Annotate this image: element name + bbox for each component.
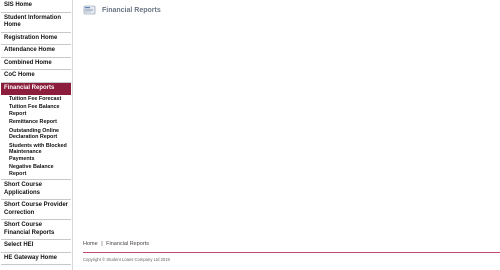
breadcrumb-home-link[interactable]: Home [83, 241, 98, 247]
financial-reports-submenu: Tuition Fee Forecast Tuition Fee Balance… [1, 95, 71, 181]
sidebar-subitem-tuition-fee-forecast[interactable]: Tuition Fee Forecast [1, 95, 71, 103]
page-header: Financial Reports [83, 5, 161, 15]
sidebar-item-attendance-home[interactable]: Attendance Home [1, 45, 71, 58]
sidebar-item-short-course-applications[interactable]: Short Course Applications [1, 180, 71, 201]
sidebar-item-select-hei[interactable]: Select HEI [1, 240, 71, 253]
sidebar-item-combined-home[interactable]: Combined Home [1, 58, 71, 70]
sidebar-nav: SIS Home Student Information Home Regist… [0, 0, 73, 270]
sidebar-subitem-outstanding-online-declaration-report[interactable]: Outstanding Online Declaration Report [1, 127, 71, 142]
report-icon [83, 5, 96, 15]
sidebar-item-financial-reports[interactable]: Financial Reports [1, 82, 71, 95]
breadcrumb: Home | Financial Reports [83, 241, 149, 247]
breadcrumb-current: Financial Reports [106, 241, 149, 247]
sidebar-subitem-negative-balance-report[interactable]: Negative Balance Report [1, 163, 71, 178]
sidebar-subitem-students-blocked-maintenance-payments[interactable]: Students with Blocked Maintenance Paymen… [1, 142, 71, 163]
sidebar-item-registration-home[interactable]: Registration Home [1, 33, 71, 45]
sidebar-item-short-course-provider-correction[interactable]: Short Course Provider Correction [1, 200, 71, 221]
sidebar-subitem-tuition-fee-balance-report[interactable]: Tuition Fee Balance Report [1, 103, 71, 118]
breadcrumb-separator: | [101, 241, 103, 247]
sidebar-item-sis-home[interactable]: SIS Home [1, 0, 71, 13]
sidebar-item-student-information-home[interactable]: Student Information Home [1, 13, 71, 33]
sidebar-item-he-gateway-home[interactable]: HE Gateway Home [1, 253, 71, 266]
copyright-text: Copyright © Student Loans Company Ltd 20… [83, 257, 170, 262]
sidebar-item-coc-home[interactable]: CoC Home [1, 70, 71, 83]
main-content: Financial Reports Home | Financial Repor… [73, 0, 500, 270]
sidebar-item-short-course-financial-reports[interactable]: Short Course Financial Reports [1, 220, 71, 241]
page-title: Financial Reports [102, 6, 161, 14]
footer-divider [83, 252, 500, 253]
sidebar-subitem-remittance-report[interactable]: Remittance Report [1, 118, 71, 126]
